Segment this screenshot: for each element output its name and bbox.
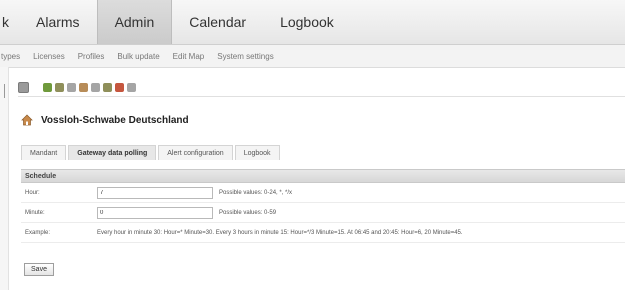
home-icon bbox=[21, 114, 33, 126]
tab-truncated[interactable]: k bbox=[0, 0, 19, 44]
transfer-icon[interactable] bbox=[43, 82, 52, 92]
tab-alarms[interactable]: Alarms bbox=[19, 0, 97, 44]
schedule-panel: Schedule Hour: Possible values: 0-24, *,… bbox=[21, 169, 625, 244]
sub-navigation: types Licenses Profiles Bulk update Edit… bbox=[0, 45, 625, 68]
minute-label: Minute: bbox=[25, 209, 45, 216]
save-button[interactable]: Save bbox=[24, 263, 54, 276]
hour-hint: Possible values: 0-24, *, */x bbox=[219, 189, 293, 196]
hour-label: Hour: bbox=[25, 189, 40, 196]
subnav-item-licenses[interactable]: Licenses bbox=[33, 52, 65, 61]
user-icon[interactable] bbox=[115, 82, 124, 92]
example-text: Every hour in minute 30: Hour=* Minute=3… bbox=[97, 229, 463, 236]
tab-logbook[interactable]: Logbook bbox=[263, 0, 351, 44]
minute-row: Minute: Possible values: 0-59 bbox=[21, 203, 625, 223]
page-header: Vossloh-Schwabe Deutschland bbox=[21, 114, 189, 126]
settings-tabs: Mandant Gateway data polling Alert confi… bbox=[21, 145, 282, 160]
left-sidebar-edge bbox=[0, 67, 9, 290]
minute-hint: Possible values: 0-59 bbox=[219, 209, 277, 216]
subnav-item-edit-map[interactable]: Edit Map bbox=[173, 52, 205, 61]
subnav-item-types[interactable]: types bbox=[1, 52, 20, 61]
example-row: Example: Every hour in minute 30: Hour=*… bbox=[21, 223, 625, 243]
lock-icon[interactable] bbox=[103, 82, 112, 92]
sidebar-collapse-handle[interactable] bbox=[0, 84, 5, 98]
subnav-item-profiles[interactable]: Profiles bbox=[78, 52, 105, 61]
tab-logbook-inner[interactable]: Logbook bbox=[234, 145, 280, 160]
top-navigation: k Alarms Admin Calendar Logbook bbox=[0, 0, 625, 45]
tab-admin[interactable]: Admin bbox=[96, 0, 173, 44]
tab-calendar[interactable]: Calendar bbox=[172, 0, 263, 44]
gauge-icon[interactable] bbox=[127, 82, 136, 92]
schedule-heading: Schedule bbox=[21, 170, 625, 183]
minute-input[interactable] bbox=[97, 206, 213, 219]
hour-input[interactable] bbox=[97, 186, 213, 199]
tool-icon[interactable] bbox=[55, 82, 64, 92]
tab-mandant[interactable]: Mandant bbox=[21, 145, 67, 160]
tab-gateway-data-polling[interactable]: Gateway data polling bbox=[68, 145, 157, 160]
link-icon[interactable] bbox=[91, 82, 100, 92]
subnav-item-bulk-update[interactable]: Bulk update bbox=[117, 52, 159, 61]
example-label: Example: bbox=[25, 229, 51, 236]
device-icon[interactable] bbox=[67, 82, 76, 92]
list-icon[interactable] bbox=[18, 81, 29, 93]
toolbar bbox=[18, 78, 625, 97]
subnav-item-system-settings[interactable]: System settings bbox=[217, 52, 273, 61]
page-title: Vossloh-Schwabe Deutschland bbox=[41, 114, 189, 126]
tab-alert-configuration[interactable]: Alert configuration bbox=[158, 145, 233, 160]
hour-row: Hour: Possible values: 0-24, *, */x bbox=[21, 183, 625, 203]
home-icon[interactable] bbox=[79, 82, 88, 92]
